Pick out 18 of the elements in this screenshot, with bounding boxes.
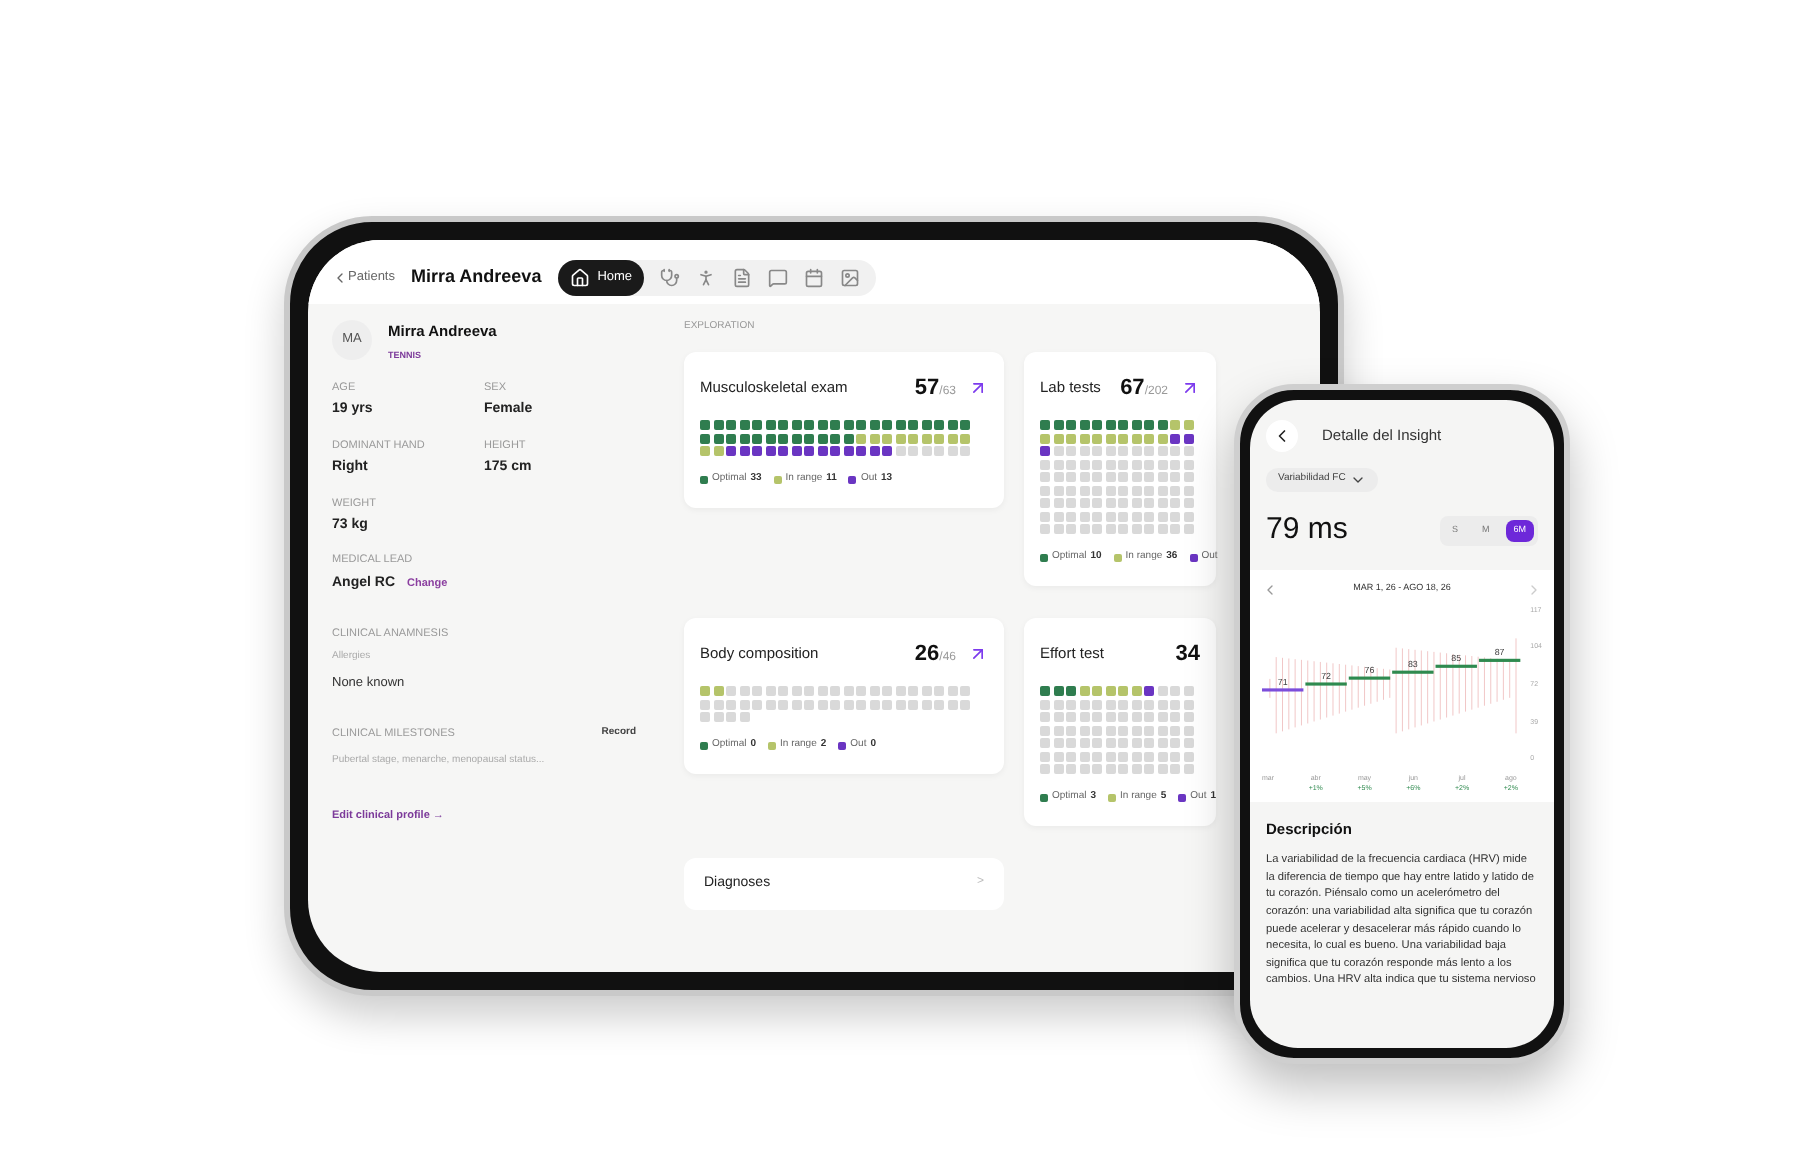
tab-icon xyxy=(569,268,590,288)
tab-icon xyxy=(660,268,681,288)
arrow-icon[interactable] xyxy=(968,377,988,398)
arrow-icon[interactable] xyxy=(1180,377,1200,398)
tab-icon xyxy=(768,268,789,288)
back-button[interactable] xyxy=(1266,420,1298,452)
previous-icon[interactable] xyxy=(1262,581,1278,597)
patient-title: Mirra Andreeva xyxy=(411,264,542,291)
tab-icon xyxy=(840,268,861,288)
card-score: 34 xyxy=(1175,639,1200,669)
arrow-icon[interactable] xyxy=(968,643,988,664)
tab-icon xyxy=(732,268,753,288)
caret-icon xyxy=(1349,472,1366,488)
metric-value: 79 ms xyxy=(1266,510,1348,550)
next-icon[interactable] xyxy=(1526,581,1542,597)
back-chevron-icon xyxy=(332,270,348,286)
tab-icon xyxy=(696,268,717,288)
tab-icon xyxy=(804,268,825,288)
